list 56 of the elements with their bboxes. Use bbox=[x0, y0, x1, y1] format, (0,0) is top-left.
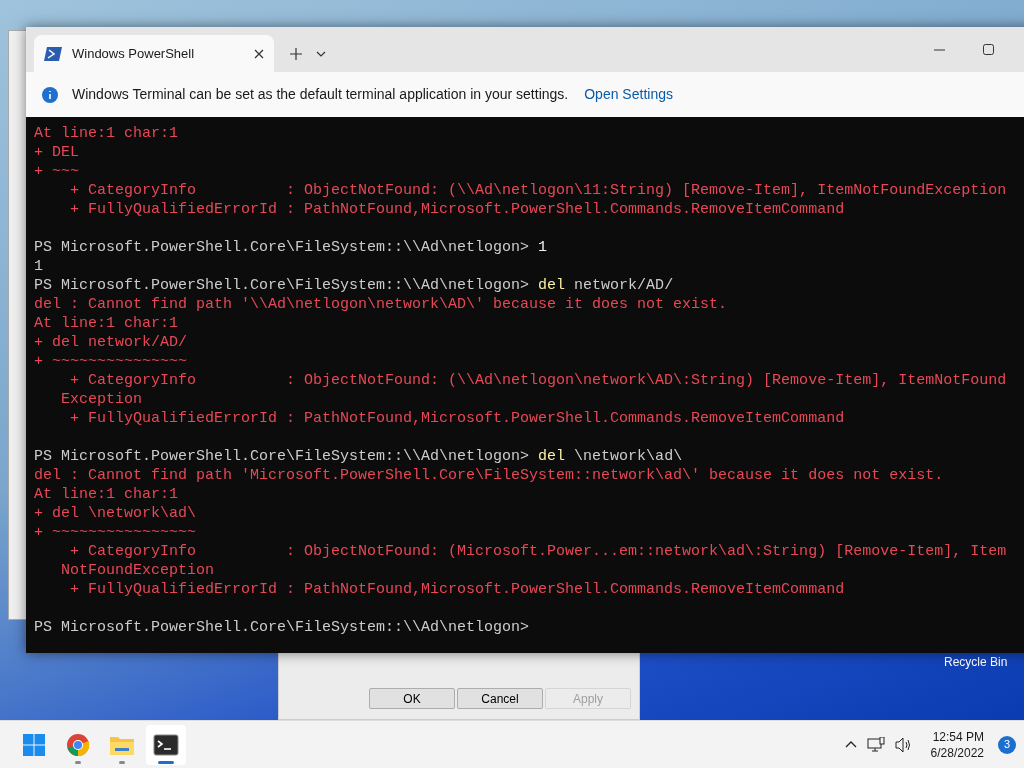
error-line: + CategoryInfo : ObjectNotFound: (\\Ad\netlogon\11:String) [Remove-Item], ItemNotFoundException bbox=[69, 181, 1008, 200]
prompt-text: PS Microsoft.PowerShell.Core\FileSystem::\\Ad\netlogon> bbox=[34, 618, 530, 637]
error-line: NotFoundException bbox=[60, 561, 216, 580]
error-line: Exception bbox=[60, 390, 144, 409]
minimize-icon[interactable] bbox=[934, 48, 945, 51]
error-line: + ~~~~~~~~~~~~~~~~ bbox=[34, 523, 198, 542]
new-tab-icon[interactable] bbox=[290, 47, 302, 60]
running-indicator bbox=[119, 760, 125, 764]
chevron-up-icon[interactable] bbox=[844, 741, 857, 748]
info-message: Windows Terminal can be set as the default terminal application in your settings. bbox=[72, 85, 569, 104]
powershell-icon bbox=[44, 46, 62, 61]
open-settings-link[interactable]: Open Settings bbox=[584, 84, 673, 105]
error-line: + CategoryInfo : ObjectNotFound: (\\Ad\netlogon\network\AD\:String) [Remove-Item], ItemNotFound bbox=[69, 371, 1008, 390]
error-line: At line:1 char:1 bbox=[34, 124, 180, 143]
close-icon[interactable] bbox=[254, 48, 264, 59]
desktop-icon-label[interactable]: Recycle Bin bbox=[944, 655, 1008, 669]
prompt-text: PS Microsoft.PowerShell.Core\FileSystem::\\Ad\netlogon> bbox=[34, 447, 531, 466]
dialog-button[interactable]: Cancel bbox=[457, 688, 543, 709]
chrome-icon bbox=[66, 732, 90, 757]
command-arguments: network/AD/ bbox=[573, 276, 674, 295]
tab-title: Windows PowerShell bbox=[72, 44, 196, 63]
terminal-tab[interactable]: Windows PowerShell bbox=[34, 35, 274, 72]
error-line: + FullyQualifiedErrorId : PathNotFound,Microsoft.PowerShell.Commands.RemoveItemCommand bbox=[69, 580, 846, 599]
clock-date[interactable]: 6/28/2022 bbox=[930, 744, 984, 761]
error-line: + FullyQualifiedErrorId : PathNotFound,Microsoft.PowerShell.Commands.RemoveItemCommand bbox=[69, 200, 846, 219]
running-indicator bbox=[75, 760, 81, 764]
command-text: del bbox=[538, 447, 566, 466]
info-icon bbox=[42, 86, 58, 103]
terminal-icon bbox=[153, 733, 179, 756]
error-line: + del network/AD/ bbox=[34, 333, 189, 352]
notification-badge[interactable]: 3 bbox=[998, 735, 1016, 754]
error-line: + ~~~~~~~~~~~~~~~ bbox=[34, 352, 189, 371]
network-icon[interactable] bbox=[866, 736, 885, 753]
error-line: del : Cannot find path '\\Ad\netlogon\network\AD\' because it does not exist. bbox=[34, 295, 729, 314]
windows-logo-icon bbox=[23, 733, 45, 756]
error-line: + del \network\ad\ bbox=[34, 504, 198, 523]
prompt-text: PS Microsoft.PowerShell.Core\FileSystem::\\Ad\netlogon> bbox=[34, 276, 531, 295]
prompt-text: PS Microsoft.PowerShell.Core\FileSystem::\\Ad\netlogon> bbox=[34, 238, 531, 257]
error-line: At line:1 char:1 bbox=[34, 485, 180, 504]
error-line: At line:1 char:1 bbox=[34, 314, 180, 333]
error-line: + CategoryInfo : ObjectNotFound: (Microsoft.Power...em::network\ad\:String) [Remove-Item], Item bbox=[69, 542, 1008, 561]
error-line: + DEL bbox=[34, 143, 80, 162]
chevron-down-icon[interactable] bbox=[316, 50, 326, 57]
command-text: 1 bbox=[538, 238, 548, 257]
command-text: del bbox=[538, 276, 566, 295]
clock-time[interactable]: 12:54 PM bbox=[932, 728, 984, 745]
volume-icon[interactable] bbox=[894, 736, 913, 753]
error-line: + FullyQualifiedErrorId : PathNotFound,Microsoft.PowerShell.Commands.RemoveItemCommand bbox=[69, 409, 846, 428]
dialog-button[interactable]: OK bbox=[369, 688, 455, 709]
error-line: del : Cannot find path 'Microsoft.PowerShell.Core\FileSystem::network\ad\' because it does not exist. bbox=[34, 466, 945, 485]
maximize-icon[interactable] bbox=[983, 44, 994, 55]
running-indicator bbox=[158, 760, 174, 764]
error-line: + ~~~ bbox=[34, 162, 80, 181]
output-line: 1 bbox=[34, 257, 44, 276]
command-arguments: \network\ad\ bbox=[573, 447, 683, 466]
taskbar-app-button[interactable] bbox=[146, 724, 186, 765]
